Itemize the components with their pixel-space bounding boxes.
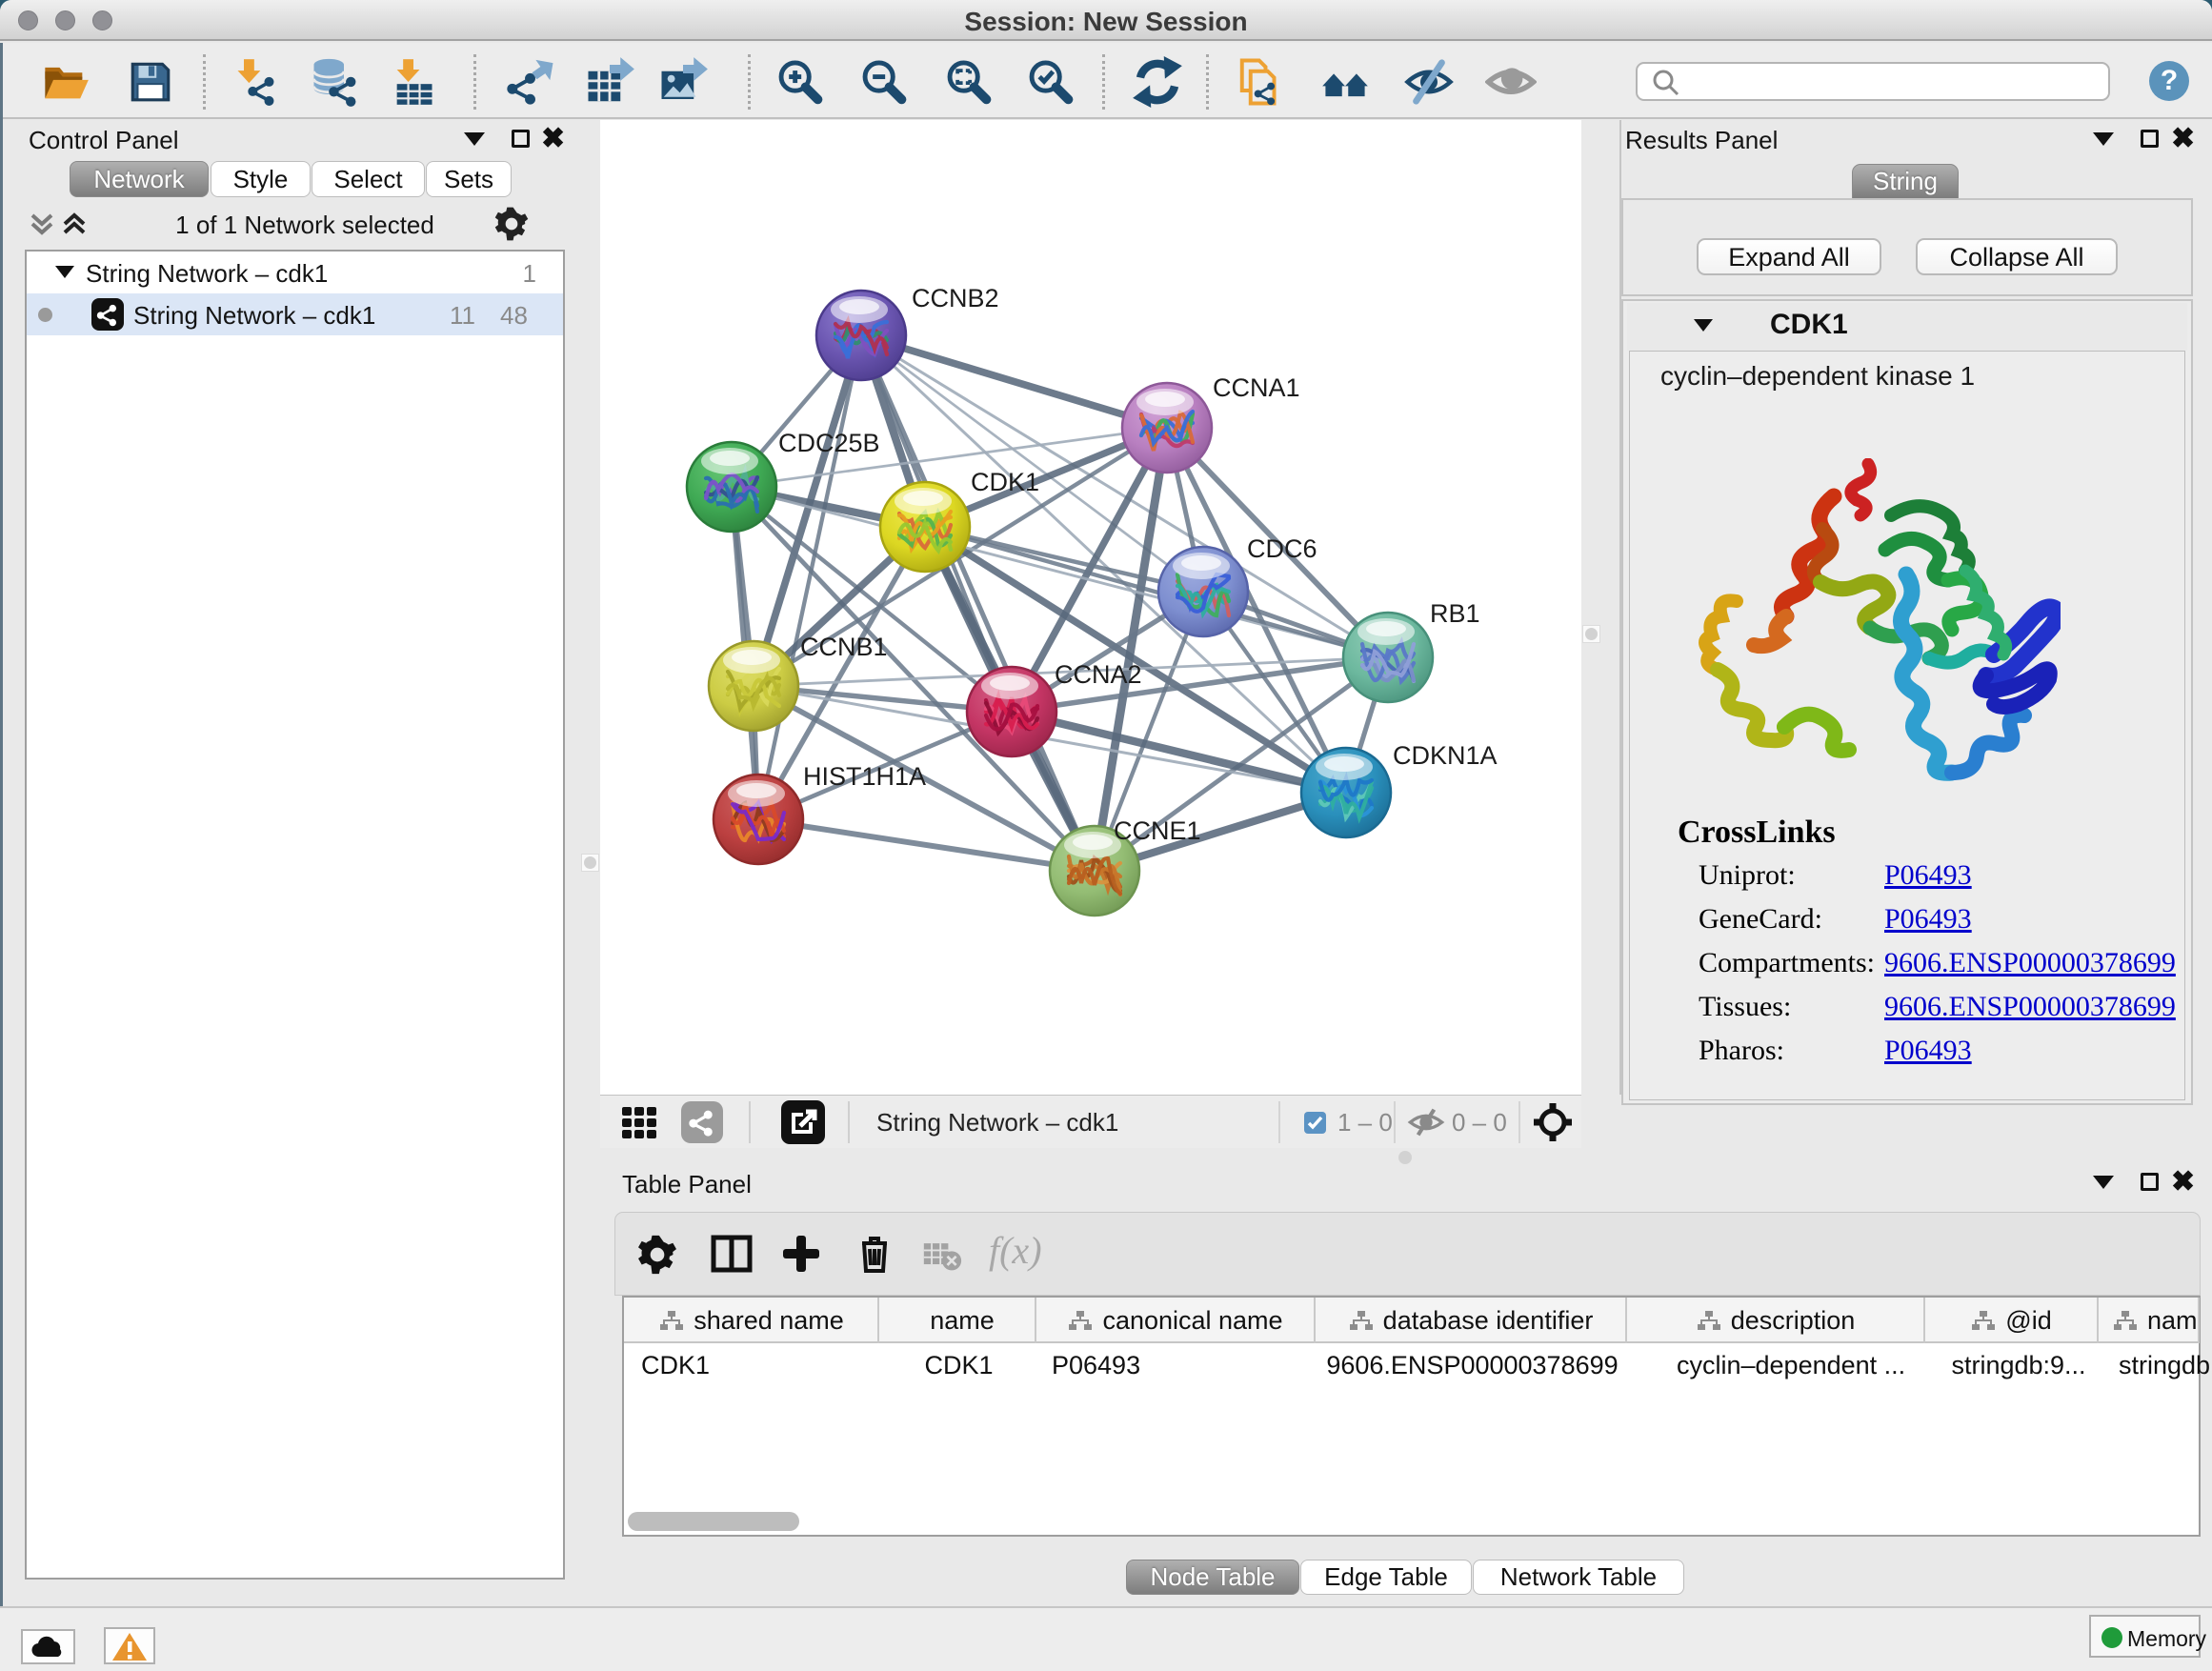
svg-text:CCNA1: CCNA1 bbox=[1213, 373, 1300, 402]
svg-text:CDC25B: CDC25B bbox=[778, 429, 880, 457]
svg-text:CDC6: CDC6 bbox=[1247, 534, 1317, 563]
svg-text:CCNE1: CCNE1 bbox=[1114, 816, 1201, 845]
svg-text:CDKN1A: CDKN1A bbox=[1393, 741, 1498, 770]
svg-text:CCNB2: CCNB2 bbox=[912, 284, 999, 312]
svg-text:HIST1H1A: HIST1H1A bbox=[803, 762, 926, 791]
svg-text:RB1: RB1 bbox=[1430, 599, 1480, 628]
svg-text:CCNA2: CCNA2 bbox=[1055, 660, 1142, 689]
svg-text:CDK1: CDK1 bbox=[971, 468, 1039, 496]
svg-text:CCNB1: CCNB1 bbox=[800, 633, 888, 661]
